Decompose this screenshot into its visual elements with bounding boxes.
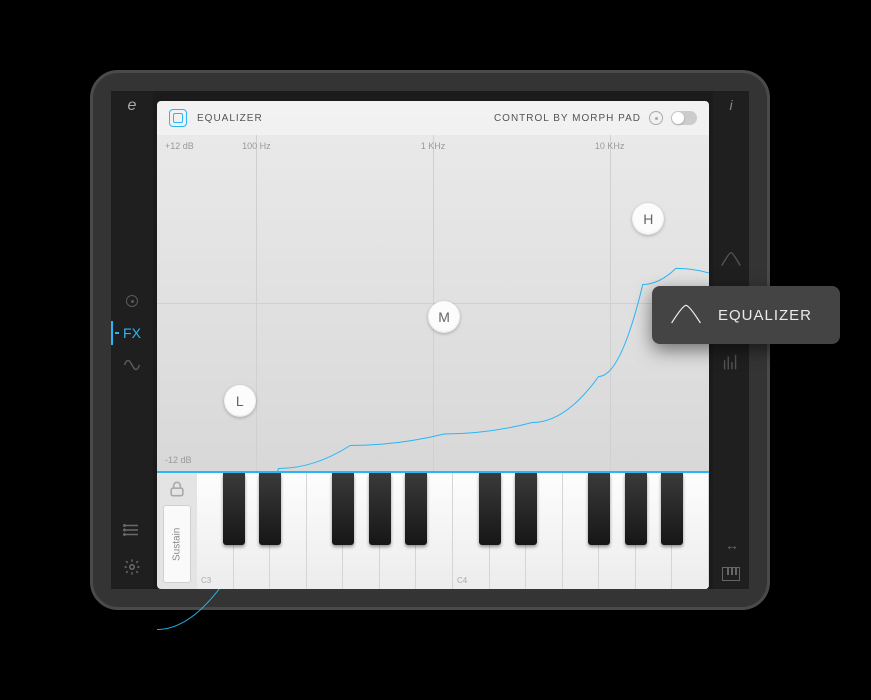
list-icon[interactable]: [123, 521, 141, 544]
main-area: EQUALIZER CONTROL BY MORPH PAD +12 dB -1…: [153, 91, 713, 589]
black-key[interactable]: [259, 473, 281, 545]
black-key[interactable]: [332, 473, 354, 545]
info-icon[interactable]: i: [729, 97, 732, 113]
morph-knob-icon[interactable]: [649, 111, 663, 125]
key-label-c3: C3: [201, 576, 211, 585]
sustain-button[interactable]: Sustain: [163, 505, 191, 583]
eq-graph[interactable]: +12 dB -12 dB 100 Hz 1 KHz 10 KHz L M H: [157, 135, 709, 471]
black-key[interactable]: [515, 473, 537, 545]
peak-curve-icon: [670, 301, 702, 329]
keyboard-row: Sustain C3 C4: [157, 471, 709, 589]
eq-node-mid[interactable]: M: [428, 301, 460, 333]
nav-fx-tab[interactable]: FX: [111, 317, 153, 349]
piano-keyboard[interactable]: C3 C4: [197, 473, 709, 589]
fx-slot-4-icon[interactable]: [720, 351, 742, 373]
black-key[interactable]: [223, 473, 245, 545]
sidebar-left: e FX: [111, 91, 153, 589]
nav-wave-icon[interactable]: [111, 349, 153, 381]
morph-label: CONTROL BY MORPH PAD: [494, 113, 641, 124]
black-key[interactable]: [369, 473, 391, 545]
black-key[interactable]: [625, 473, 647, 545]
panel-header: EQUALIZER CONTROL BY MORPH PAD: [157, 101, 709, 135]
panel-title: EQUALIZER: [197, 113, 263, 124]
eq-panel: EQUALIZER CONTROL BY MORPH PAD +12 dB -1…: [157, 101, 709, 471]
eq-tooltip: EQUALIZER: [652, 286, 840, 344]
nav-fx-label: FX: [123, 325, 141, 341]
nav-preset-icon[interactable]: [111, 285, 153, 317]
mini-keyboard-icon[interactable]: [722, 567, 740, 581]
black-key[interactable]: [661, 473, 683, 545]
morph-toggle[interactable]: [671, 111, 697, 125]
octave-arrows-icon[interactable]: ↔: [725, 537, 737, 553]
fx-slot-1-icon[interactable]: [720, 249, 742, 271]
black-key[interactable]: [405, 473, 427, 545]
key-label-c4: C4: [457, 576, 467, 585]
eq-graph-wrap: +12 dB -12 dB 100 Hz 1 KHz 10 KHz L M H: [157, 135, 709, 471]
eq-node-low[interactable]: L: [224, 385, 256, 417]
app-logo: e: [128, 97, 137, 115]
black-key[interactable]: [588, 473, 610, 545]
eq-node-high[interactable]: H: [632, 203, 664, 235]
eq-enable-icon[interactable]: [169, 109, 187, 127]
gear-icon[interactable]: [123, 558, 141, 581]
black-key[interactable]: [479, 473, 501, 545]
tooltip-label: EQUALIZER: [718, 307, 812, 324]
